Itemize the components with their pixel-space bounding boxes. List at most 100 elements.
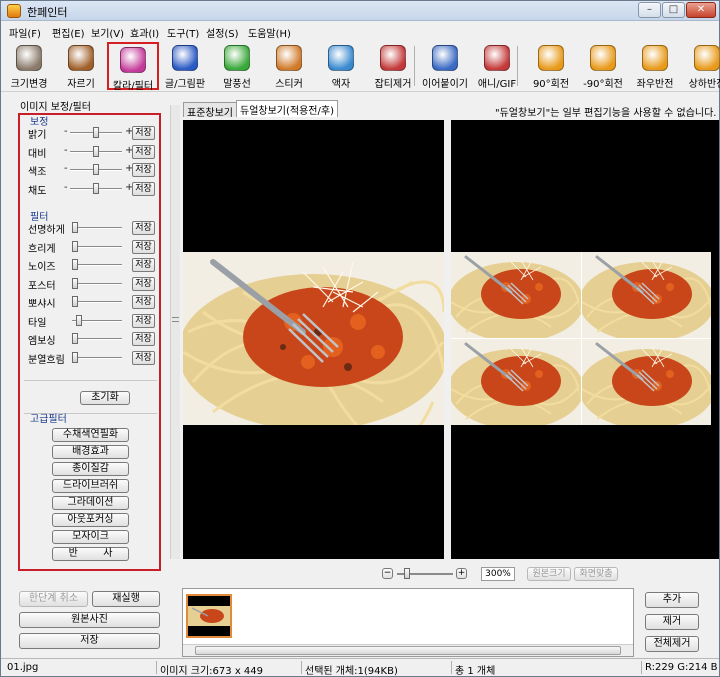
- sticker-icon: [276, 45, 302, 71]
- save-preset-button[interactable]: 저장: [132, 313, 155, 328]
- app-logo-icon: [7, 4, 21, 18]
- menu-settings[interactable]: 설정(S): [206, 25, 239, 40]
- scroll-thumb[interactable]: [195, 646, 621, 655]
- advanced-filter-button[interactable]: 아웃포커싱: [52, 513, 129, 527]
- slider-thumb[interactable]: [72, 240, 78, 252]
- redo-button[interactable]: 재실행: [92, 591, 160, 607]
- toolbar-button-flip-h[interactable]: 좌우반전: [629, 42, 681, 90]
- slider-track[interactable]: [72, 338, 122, 340]
- tab-dual-view[interactable]: 듀얼창보기(적용전/후): [236, 100, 338, 117]
- slider-thumb[interactable]: [93, 145, 99, 157]
- toolbar-button-resize[interactable]: 크기변경: [3, 42, 55, 90]
- advanced-filter-button[interactable]: 수채색연필화: [52, 428, 129, 442]
- save-preset-button[interactable]: 저장: [132, 181, 155, 196]
- undo-button[interactable]: 한단계 취소: [19, 591, 88, 607]
- slider-track[interactable]: [72, 301, 122, 303]
- zoom-out-button[interactable]: −: [382, 568, 393, 579]
- status-divider: [641, 661, 642, 674]
- slider-label: 흐리게: [28, 243, 56, 255]
- zoom-slider-thumb[interactable]: [404, 568, 410, 579]
- status-divider: [301, 661, 302, 674]
- toolbar-separator: [517, 46, 518, 86]
- add-button[interactable]: 추가: [645, 592, 699, 608]
- toolbar-button-frame[interactable]: 액자: [315, 42, 367, 90]
- save-preset-button[interactable]: 저장: [132, 295, 155, 309]
- save-button[interactable]: 저장: [19, 633, 160, 649]
- left-panel-scrollbar[interactable]: [170, 105, 180, 559]
- minus-icon: -: [64, 126, 68, 137]
- zoom-value-field[interactable]: 300%: [481, 567, 515, 581]
- advanced-filter-button[interactable]: 종이질감: [52, 462, 129, 476]
- menu-view[interactable]: 보기(V): [91, 25, 124, 40]
- tab-standard-view[interactable]: 표준창보기: [183, 102, 237, 119]
- thumbnail-hscrollbar[interactable]: [183, 644, 633, 656]
- save-preset-button[interactable]: 저장: [132, 163, 155, 177]
- advanced-filter-button[interactable]: 반 사: [52, 547, 129, 561]
- close-button[interactable]: ✕: [686, 2, 716, 18]
- minimize-button[interactable]: –: [638, 2, 661, 18]
- slider-thumb[interactable]: [72, 277, 78, 289]
- actual-size-button[interactable]: 원본크기: [527, 567, 571, 581]
- advanced-filter-button[interactable]: 그라데이션: [52, 496, 129, 510]
- reset-button[interactable]: 초기화: [80, 391, 130, 405]
- toolbar-button-flip-v[interactable]: 상하반전: [681, 42, 720, 90]
- save-preset-button[interactable]: 저장: [132, 239, 155, 254]
- toolbar-button-text-draw[interactable]: 글/그림판: [159, 42, 211, 90]
- color-filter-icon: [120, 47, 146, 73]
- toolbar-button-blemish-remove[interactable]: 잡티제거: [367, 42, 419, 90]
- save-preset-button[interactable]: 저장: [132, 144, 155, 159]
- zoom-in-button[interactable]: +: [456, 568, 467, 579]
- slider-label: 타일: [28, 317, 47, 329]
- join-icon: [432, 45, 458, 71]
- save-preset-button[interactable]: 저장: [132, 350, 155, 365]
- remove-all-button[interactable]: 전체제거: [645, 636, 699, 652]
- slider-track[interactable]: [72, 227, 122, 229]
- menu-edit[interactable]: 편집(E): [52, 25, 85, 40]
- save-preset-button[interactable]: 저장: [132, 332, 155, 346]
- thumbnail-item-selected[interactable]: [186, 594, 232, 638]
- slider-thumb[interactable]: [75, 314, 82, 326]
- save-preset-button[interactable]: 저장: [132, 258, 155, 272]
- toolbar-button-sticker[interactable]: 스티커: [263, 42, 315, 90]
- slider-thumb[interactable]: [72, 351, 78, 363]
- toolbar-button-gif[interactable]: 애니/GIF: [471, 42, 523, 90]
- status-total: 총 1 개체: [455, 666, 496, 677]
- save-preset-button[interactable]: 저장: [132, 126, 155, 140]
- menu-help[interactable]: 도움말(H): [248, 25, 291, 40]
- slider-thumb[interactable]: [93, 127, 99, 138]
- remove-button[interactable]: 제거: [645, 614, 699, 630]
- advanced-filter-button[interactable]: 드라이브러쉬: [52, 479, 129, 493]
- toolbar-button-crop[interactable]: 자르기: [55, 42, 107, 90]
- slider-thumb[interactable]: [93, 164, 99, 175]
- maximize-button[interactable]: □: [662, 2, 685, 18]
- save-preset-button[interactable]: 저장: [132, 276, 155, 291]
- toolbar-button-speech-bubble[interactable]: 말풍선: [211, 42, 263, 90]
- slider-track[interactable]: [72, 245, 122, 248]
- slider-track[interactable]: [72, 282, 122, 285]
- slider-thumb[interactable]: [72, 259, 78, 270]
- slider-thumb[interactable]: [72, 333, 78, 344]
- fit-screen-button[interactable]: 화면맞춤: [574, 567, 618, 581]
- advanced-filter-button[interactable]: 모자이크: [52, 530, 129, 544]
- original-photo-button[interactable]: 원본사진: [19, 612, 160, 628]
- slider-track[interactable]: [72, 264, 122, 266]
- before-image-pane: [183, 120, 444, 559]
- toolbar-button-label: 자르기: [67, 79, 95, 90]
- dual-view-notice: "듀얼창보기"는 일부 편집기능을 사용할 수 없습니다.: [495, 108, 717, 119]
- toolbar-button-rotate-cw[interactable]: 90°회전: [525, 42, 577, 90]
- toolbar-button-join[interactable]: 이어붙이기: [419, 42, 471, 90]
- slider-thumb[interactable]: [72, 222, 78, 233]
- save-preset-button[interactable]: 저장: [132, 221, 155, 235]
- toolbar-button-label: 액자: [331, 79, 351, 90]
- menu-tools[interactable]: 도구(T): [167, 25, 199, 40]
- status-divider: [451, 661, 452, 674]
- toolbar-button-rotate-ccw[interactable]: -90°회전: [577, 42, 629, 90]
- menu-file[interactable]: 파일(F): [9, 25, 41, 40]
- slider-thumb[interactable]: [72, 296, 78, 307]
- toolbar-button-color-filter[interactable]: 칼라/필터: [107, 42, 159, 92]
- left-panel-title: 이미지 보정/필터: [20, 102, 91, 113]
- advanced-filter-button[interactable]: 배경효과: [52, 445, 129, 459]
- slider-thumb[interactable]: [93, 182, 99, 194]
- menu-effect[interactable]: 효과(I): [130, 25, 159, 40]
- slider-track[interactable]: [72, 356, 122, 359]
